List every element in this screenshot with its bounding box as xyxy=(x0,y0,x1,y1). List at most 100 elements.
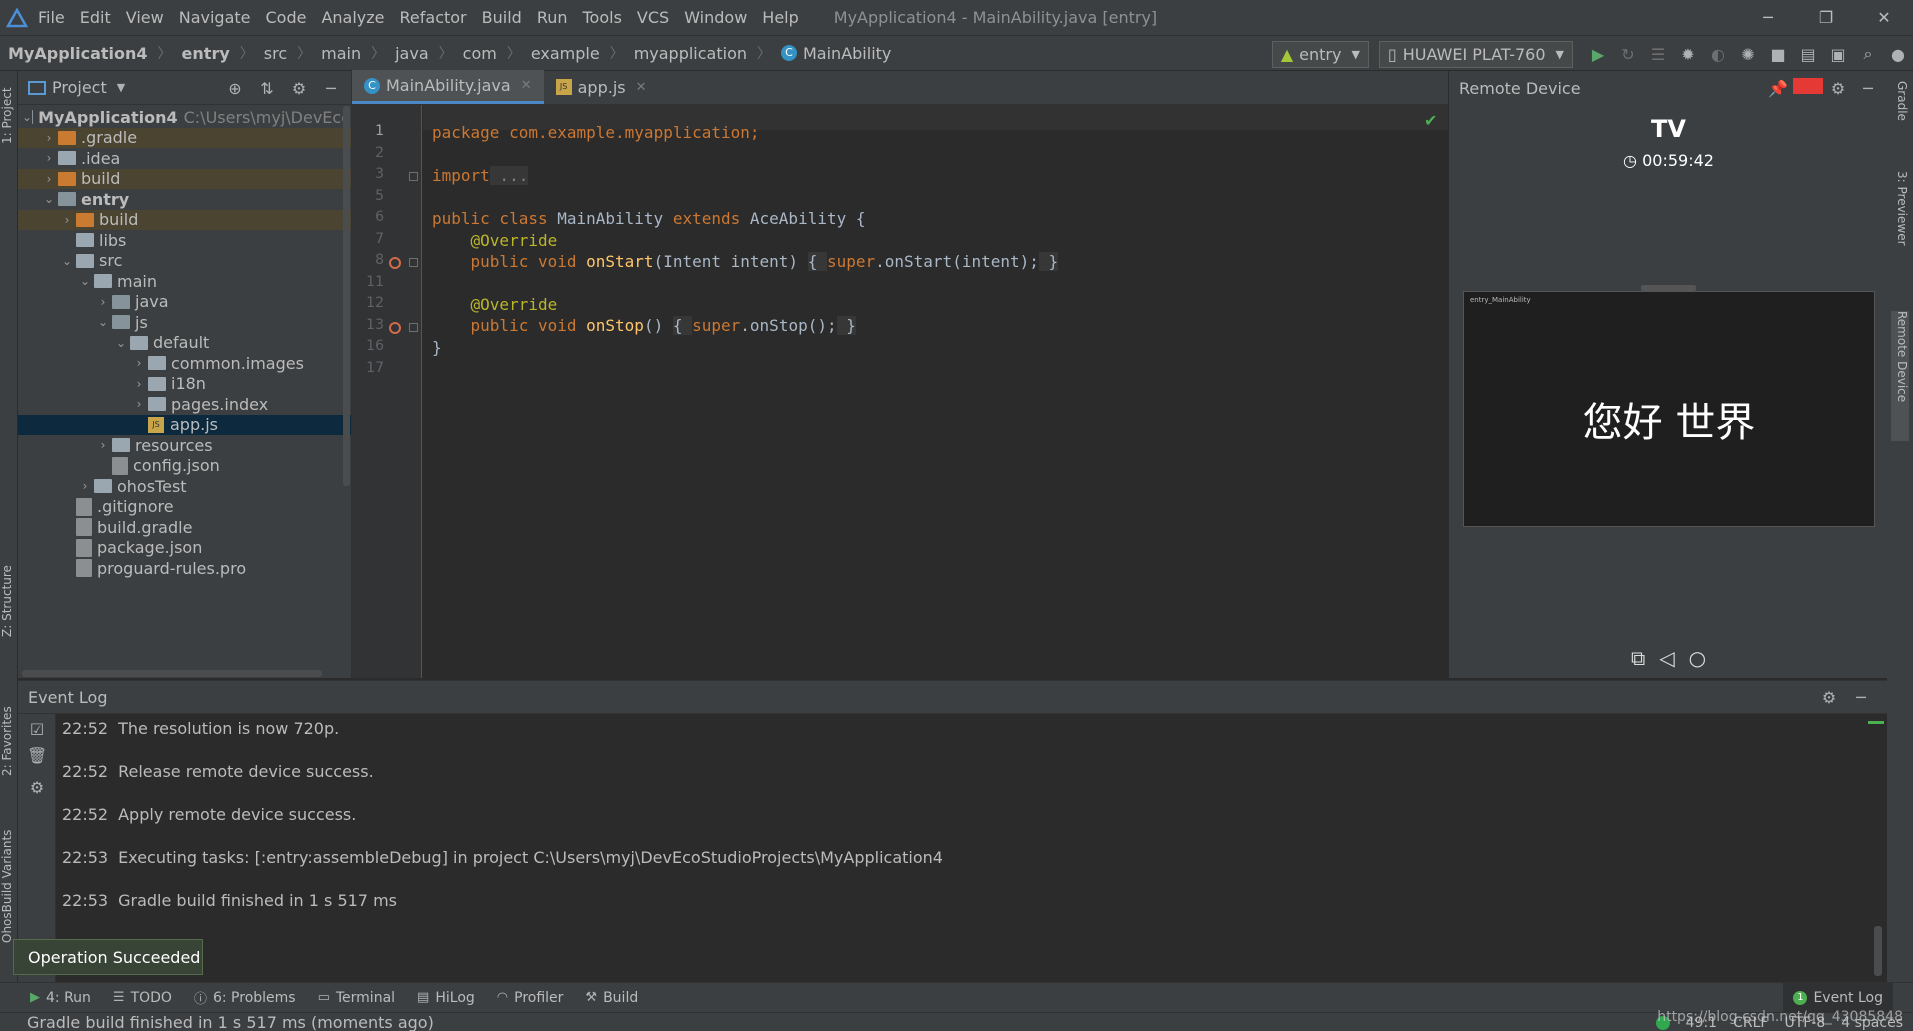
tree-item[interactable]: › pages.index xyxy=(18,394,351,415)
tree-item[interactable]: proguard-rules.pro xyxy=(18,558,351,579)
code-line-7[interactable]: @Override xyxy=(432,231,558,250)
collapse-all-icon[interactable]: ⇅ xyxy=(251,79,283,98)
tree-item[interactable]: build.gradle xyxy=(18,517,351,538)
stop-device-icon[interactable] xyxy=(1793,78,1823,98)
tree-item[interactable]: package.json xyxy=(18,538,351,559)
chevron-right-icon[interactable]: › xyxy=(58,213,76,227)
menu-view[interactable]: View xyxy=(126,8,164,27)
chevron-down-icon[interactable]: ⌄ xyxy=(94,315,112,329)
stripe-remote-device[interactable]: Remote Device xyxy=(1891,311,1909,441)
menu-refactor[interactable]: Refactor xyxy=(400,8,467,27)
chevron-down-icon[interactable]: ⌄ xyxy=(22,110,32,124)
menu-window[interactable]: Window xyxy=(684,8,747,27)
recent-apps-icon[interactable]: ⧉ xyxy=(1631,646,1645,670)
device-manager-icon[interactable]: ▣ xyxy=(1823,39,1853,69)
chevron-right-icon[interactable]: › xyxy=(130,397,148,411)
tree-item[interactable]: ⌄ entry xyxy=(18,189,351,210)
breadcrumb-src[interactable]: src xyxy=(264,44,287,63)
tree-item[interactable]: › ohosTest xyxy=(18,476,351,497)
breadcrumb-main[interactable]: main xyxy=(321,44,361,63)
breadcrumb-java[interactable]: java xyxy=(395,44,429,63)
chevron-right-icon[interactable]: › xyxy=(94,438,112,452)
chevron-right-icon[interactable]: › xyxy=(130,377,148,391)
stripe-structure[interactable]: Z: Structure xyxy=(0,551,18,651)
breadcrumb-example[interactable]: example xyxy=(531,44,600,63)
device-screen[interactable]: entry_MainAbility 您好 世界 xyxy=(1463,291,1875,527)
menu-help[interactable]: Help xyxy=(762,8,798,27)
tool-hilog[interactable]: ▤ HiLog xyxy=(417,990,475,1006)
code-line-1[interactable]: package com.example.myapplication; xyxy=(432,123,760,142)
project-horizontal-scrollbar[interactable] xyxy=(22,670,322,677)
tool-run[interactable]: ▶ 4: Run xyxy=(30,990,91,1006)
menu-analyze[interactable]: Analyze xyxy=(321,8,384,27)
menu-code[interactable]: Code xyxy=(266,8,307,27)
chevron-right-icon[interactable]: › xyxy=(40,131,58,145)
event-log-scrollbar[interactable] xyxy=(1874,926,1882,976)
coverage-icon[interactable]: ◐ xyxy=(1703,39,1733,69)
home-icon[interactable]: ○ xyxy=(1689,646,1706,670)
tree-item[interactable]: libs xyxy=(18,230,351,251)
breadcrumb-project[interactable]: MyApplication4 xyxy=(8,44,148,63)
menu-vcs[interactable]: VCS xyxy=(637,8,669,27)
pin-icon[interactable]: 📌 xyxy=(1763,79,1793,98)
tree-item[interactable]: .gitignore xyxy=(18,497,351,518)
gear-icon[interactable]: ⚙ xyxy=(283,79,315,98)
chevron-right-icon[interactable]: › xyxy=(40,151,58,165)
tool-terminal[interactable]: ▭ Terminal xyxy=(318,990,395,1006)
tree-item[interactable]: › .gradle xyxy=(18,127,351,148)
chevron-right-icon[interactable]: › xyxy=(76,479,94,493)
tree-item[interactable]: › i18n xyxy=(18,374,351,395)
stripe-build-variants[interactable]: OhosBuild Variants xyxy=(0,816,18,956)
fold-icon[interactable] xyxy=(409,258,418,267)
list-icon[interactable]: ☰ xyxy=(1643,39,1673,69)
tab-mainability-java[interactable]: C MainAbility.java ✕ xyxy=(352,70,544,104)
breadcrumb-com[interactable]: com xyxy=(463,44,497,63)
run-icon[interactable]: ▶ xyxy=(1583,39,1613,69)
close-icon[interactable]: ✕ xyxy=(636,80,647,95)
tool-profiler[interactable]: ◠ Profiler xyxy=(497,990,564,1006)
tree-item[interactable]: ⌄ src xyxy=(18,251,351,272)
tool-build[interactable]: ⚒ Build xyxy=(585,990,638,1006)
tab-app-js[interactable]: JS app.js ✕ xyxy=(544,70,659,104)
debug-icon[interactable]: ✹ xyxy=(1673,39,1703,69)
menu-edit[interactable]: Edit xyxy=(80,8,111,27)
gear-icon[interactable]: ⚙ xyxy=(1813,688,1845,707)
status-message[interactable]: Gradle build finished in 1 s 517 ms (mom… xyxy=(27,1013,434,1031)
code-line-16[interactable]: } xyxy=(432,338,442,357)
tree-item[interactable]: config.json xyxy=(18,456,351,477)
fold-icon[interactable] xyxy=(409,323,418,332)
tree-item[interactable]: › common.images xyxy=(18,353,351,374)
hide-icon[interactable]: ─ xyxy=(1845,688,1877,707)
restore-icon[interactable]: ❐ xyxy=(1797,0,1855,35)
back-icon[interactable]: ◁ xyxy=(1659,646,1674,670)
breadcrumb-myapplication[interactable]: myapplication xyxy=(634,44,747,63)
chevron-down-icon[interactable]: ⌄ xyxy=(40,192,58,206)
tool-todo[interactable]: ☰ TODO xyxy=(113,990,172,1006)
code-line-13[interactable]: public void onStop() { super.onStop(); } xyxy=(432,316,856,335)
menu-build[interactable]: Build xyxy=(482,8,522,27)
code-line-12[interactable]: @Override xyxy=(432,295,558,314)
search-icon[interactable]: ⌕ xyxy=(1853,39,1883,69)
mark-read-icon[interactable]: ☑ xyxy=(27,720,47,739)
attach-debugger-icon[interactable]: ✺ xyxy=(1733,39,1763,69)
stripe-previewer[interactable]: 3: Previewer xyxy=(1891,171,1909,291)
tree-item[interactable]: › build xyxy=(18,209,351,230)
tree-item[interactable]: › java xyxy=(18,292,351,313)
tool-problems[interactable]: ⓘ 6: Problems xyxy=(194,988,296,1008)
chevron-right-icon[interactable]: › xyxy=(94,295,112,309)
account-icon[interactable]: ● xyxy=(1883,39,1913,69)
tree-item[interactable]: › .idea xyxy=(18,148,351,169)
minimize-icon[interactable]: ─ xyxy=(1739,0,1797,35)
chevron-down-icon[interactable]: ⌄ xyxy=(112,336,130,350)
stripe-gradle[interactable]: Gradle xyxy=(1891,81,1909,151)
chevron-down-icon[interactable]: ⌄ xyxy=(76,274,94,288)
stripe-project[interactable]: 1: Project xyxy=(0,71,18,161)
hide-icon[interactable]: ─ xyxy=(1853,79,1883,98)
hide-icon[interactable]: ─ xyxy=(315,79,347,98)
stop-icon[interactable]: ■ xyxy=(1763,39,1793,69)
fold-icon[interactable] xyxy=(409,172,418,181)
code-line-6[interactable]: public class MainAbility extends AceAbil… xyxy=(432,209,866,228)
code-line-8[interactable]: public void onStart(Intent intent) { sup… xyxy=(432,252,1059,271)
gear-icon[interactable]: ⚙ xyxy=(1823,79,1853,98)
project-vertical-scrollbar[interactable] xyxy=(343,106,350,486)
